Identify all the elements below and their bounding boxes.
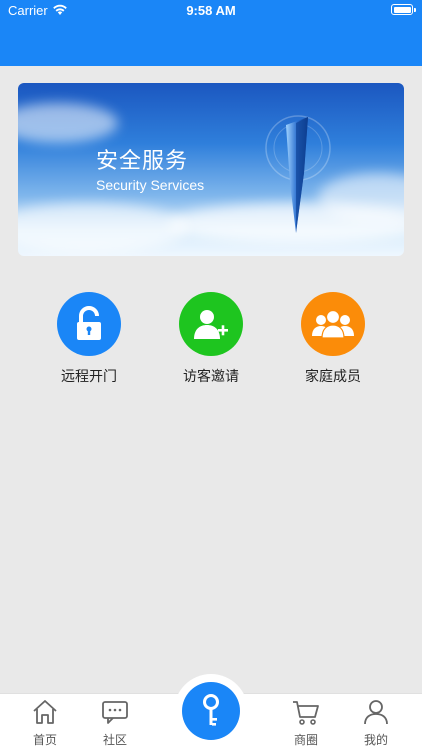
tab-shopping-label: 商圈	[293, 733, 318, 747]
remote-unlock-button[interactable]: 远程开门	[34, 292, 144, 386]
tab-community-label: 社区	[102, 733, 127, 747]
feature-grid: 远程开门 访客邀请 家庭成员	[0, 292, 422, 392]
banner-subtitle: Security Services	[96, 177, 205, 193]
family-members-button[interactable]: 家庭成员	[278, 292, 388, 386]
cart-icon	[293, 701, 319, 725]
key-icon	[203, 694, 219, 726]
chat-icon	[102, 701, 128, 724]
status-bar: Carrier 9:58 AM	[0, 0, 422, 22]
family-members-label: 家庭成员	[305, 368, 361, 384]
group-icon	[301, 292, 365, 356]
tab-home[interactable]: 首页	[15, 698, 75, 748]
banner-title: 安全服务	[96, 148, 189, 173]
tower-illustration	[265, 115, 331, 233]
tab-profile-label: 我的	[363, 733, 388, 747]
add-user-icon	[179, 292, 243, 356]
visitor-invite-button[interactable]: 访客邀请	[156, 292, 266, 386]
remote-unlock-label: 远程开门	[61, 368, 117, 384]
tab-shopping[interactable]: 商圈	[276, 698, 336, 748]
visitor-invite-label: 访客邀请	[183, 368, 239, 384]
tab-community[interactable]: 社区	[85, 698, 145, 748]
status-time: 9:58 AM	[186, 3, 236, 18]
home-icon	[33, 700, 57, 724]
battery-icon	[391, 4, 416, 15]
key-tab-button[interactable]	[182, 682, 240, 740]
profile-icon	[364, 700, 388, 725]
unlock-icon	[57, 292, 121, 356]
app-header: Carrier 9:58 AM	[0, 0, 422, 66]
tab-profile[interactable]: 我的	[346, 698, 406, 748]
security-services-banner[interactable]: 安全服务 Security Services	[18, 83, 404, 256]
tab-home-label: 首页	[32, 733, 57, 747]
